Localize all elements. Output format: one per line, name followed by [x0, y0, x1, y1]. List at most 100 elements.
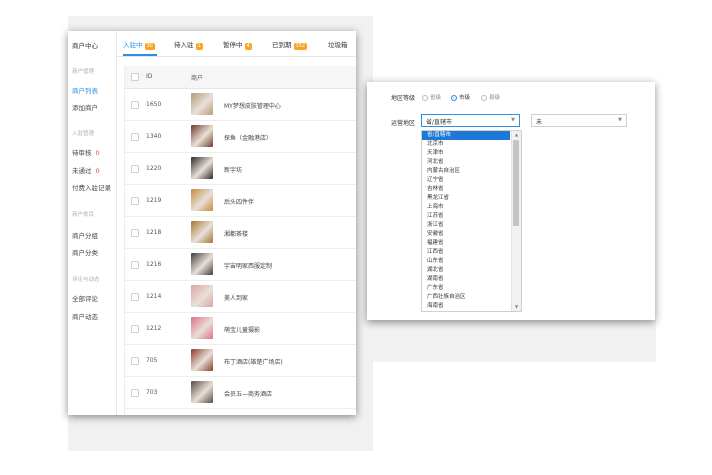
tab-label: 垃圾箱: [328, 41, 348, 49]
tab-trash[interactable]: 垃圾箱: [328, 39, 348, 49]
table-row[interactable]: 1220 新宇坊: [125, 153, 356, 185]
row-checkbox[interactable]: [131, 389, 139, 397]
dropdown-option[interactable]: 河北省: [422, 158, 510, 167]
radio-label: 县级: [489, 95, 501, 101]
merchant-id: 1216: [146, 261, 162, 268]
merchant-thumbnail: [191, 253, 213, 275]
merchant-name[interactable]: 美人到家: [224, 293, 248, 302]
table-row[interactable]: 1216 宇宙明家西服定制: [125, 249, 356, 281]
city-select[interactable]: 未 ▼: [531, 114, 627, 127]
row-checkbox[interactable]: [131, 229, 139, 237]
merchant-name[interactable]: 萌宝儿童摄影: [224, 325, 260, 334]
dropdown-option[interactable]: 湖北省: [422, 266, 510, 275]
scroll-down-arrow-icon[interactable]: ▼: [512, 303, 521, 311]
dropdown-option[interactable]: 辽宁省: [422, 176, 510, 185]
row-checkbox[interactable]: [131, 101, 139, 109]
dropdown-option[interactable]: 山东省: [422, 257, 510, 266]
table-row[interactable]: 703 会员五—商务酒店: [125, 377, 356, 409]
dropdown-option[interactable]: 内蒙古自治区: [422, 167, 510, 176]
merchant-name[interactable]: 布丁酒店(雄楚广场店): [224, 357, 283, 366]
sidebar-item-merchant-groups[interactable]: 商户分组: [72, 230, 98, 240]
merchant-name[interactable]: 宇宙明家西服定制: [224, 261, 272, 270]
tab-active[interactable]: 入驻中 30: [123, 39, 155, 50]
dropdown-option[interactable]: 浙江省: [422, 221, 510, 230]
row-checkbox[interactable]: [131, 133, 139, 141]
dropdown-option[interactable]: 广西壮族自治区: [422, 293, 510, 302]
row-checkbox[interactable]: [131, 293, 139, 301]
table-row[interactable]: 1214 美人到家: [125, 281, 356, 313]
merchant-thumbnail: [191, 157, 213, 179]
region-level-label: 地区等级: [391, 95, 416, 102]
table-row[interactable]: 1219 后头四件伴: [125, 185, 356, 217]
sidebar-item-rejected[interactable]: 未通过 0: [72, 165, 100, 175]
merchant-table: ID 商户 1650 MY梦想皮肤管理中心 1340 探鱼（金融港店） 1220 新宇坊 1…: [124, 66, 356, 415]
dropdown-option[interactable]: 江西省: [422, 248, 510, 257]
operating-region-label: 运营地区: [391, 120, 416, 127]
sidebar-item-merchant-list[interactable]: 商户列表: [72, 85, 98, 95]
dropdown-option[interactable]: 安徽省: [422, 230, 510, 239]
sidebar-item-merchant-categories[interactable]: 商户分类: [72, 247, 98, 257]
table-row[interactable]: 1212 萌宝儿童摄影: [125, 313, 356, 345]
sidebar-item-pending-review[interactable]: 待审核 0: [72, 147, 100, 157]
table-row[interactable]: 1650 MY梦想皮肤管理中心: [125, 89, 356, 121]
radio-county-level[interactable]: 县级: [481, 93, 500, 101]
scroll-thumb[interactable]: [513, 140, 519, 226]
dropdown-option[interactable]: 上海市: [422, 203, 510, 212]
merchant-name[interactable]: 探鱼（金融港店）: [224, 133, 272, 142]
tab-pending[interactable]: 待入驻 1: [174, 39, 203, 50]
scroll-up-arrow-icon[interactable]: ▲: [512, 131, 521, 139]
sidebar-item-add-merchant[interactable]: 添加商户: [72, 102, 98, 112]
row-checkbox[interactable]: [131, 357, 139, 365]
merchant-thumbnail: [191, 317, 213, 339]
sidebar-item-label: 未通过: [72, 167, 92, 175]
dropdown-option[interactable]: 海南省: [422, 302, 510, 311]
merchant-name[interactable]: 新宇坊: [224, 165, 242, 174]
merchant-name[interactable]: 后头四件伴: [224, 197, 254, 206]
merchant-name[interactable]: 会员五—商务酒店: [224, 389, 272, 398]
tab-paused[interactable]: 暂停中 4: [223, 39, 252, 50]
dropdown-option[interactable]: 吉林省: [422, 185, 510, 194]
merchant-thumbnail: [191, 285, 213, 307]
province-select[interactable]: 省/直辖市 ▼: [421, 114, 520, 127]
dropdown-option[interactable]: 省/直辖市: [422, 131, 510, 140]
dropdown-scrollbar[interactable]: ▲ ▼: [511, 131, 521, 311]
merchant-list-window: 商户中心 商户管理 商户列表 添加商户 入驻管理 待审核 0 未通过 0 付费入驻记…: [68, 31, 356, 415]
tab-label: 已到期: [272, 41, 292, 49]
tab-count-badge: 152: [293, 43, 308, 50]
sidebar-group-title: 商户类目: [72, 212, 95, 218]
radio-province-level[interactable]: 省级: [422, 93, 441, 101]
merchant-thumbnail: [191, 221, 213, 243]
table-row[interactable]: 1340 探鱼（金融港店）: [125, 121, 356, 153]
merchant-id: 1214: [146, 293, 162, 300]
merchant-id: 1212: [146, 325, 162, 332]
dropdown-option[interactable]: 湖南省: [422, 275, 510, 284]
tab-label: 入驻中: [123, 41, 143, 49]
row-checkbox[interactable]: [131, 165, 139, 173]
row-checkbox[interactable]: [131, 197, 139, 205]
table-row[interactable]: 705 布丁酒店(雄楚广场店): [125, 345, 356, 377]
tab-expired[interactable]: 已到期 152: [272, 39, 308, 50]
merchant-name[interactable]: MY梦想皮肤管理中心: [224, 101, 281, 110]
table-row[interactable]: 1218 湘都茶楼: [125, 217, 356, 249]
dropdown-option[interactable]: 黑龙江省: [422, 194, 510, 203]
active-tab-indicator: [123, 54, 157, 56]
merchant-name[interactable]: 湘都茶楼: [224, 229, 248, 238]
dropdown-option[interactable]: 福建省: [422, 239, 510, 248]
dropdown-option[interactable]: 天津市: [422, 149, 510, 158]
sidebar-item-merchant-feed[interactable]: 商户动态: [72, 311, 98, 321]
tab-label: 暂停中: [223, 41, 243, 49]
dropdown-option[interactable]: 广东省: [422, 284, 510, 293]
sidebar-item-all-comments[interactable]: 全部评论: [72, 293, 98, 303]
sidebar-item-paid-records[interactable]: 付费入驻记录: [72, 182, 111, 192]
tab-label: 待入驻: [174, 41, 194, 49]
dropdown-option[interactable]: 北京市: [422, 140, 510, 149]
tab-count-badge: 4: [244, 43, 252, 50]
row-checkbox[interactable]: [131, 261, 139, 269]
background-strip: [356, 320, 656, 362]
radio-city-level[interactable]: 市级: [451, 93, 470, 101]
dropdown-option[interactable]: 江苏省: [422, 212, 510, 221]
merchant-id: 1650: [146, 101, 162, 108]
row-checkbox[interactable]: [131, 325, 139, 333]
background-strip: [68, 415, 373, 451]
select-all-checkbox[interactable]: [131, 73, 139, 81]
